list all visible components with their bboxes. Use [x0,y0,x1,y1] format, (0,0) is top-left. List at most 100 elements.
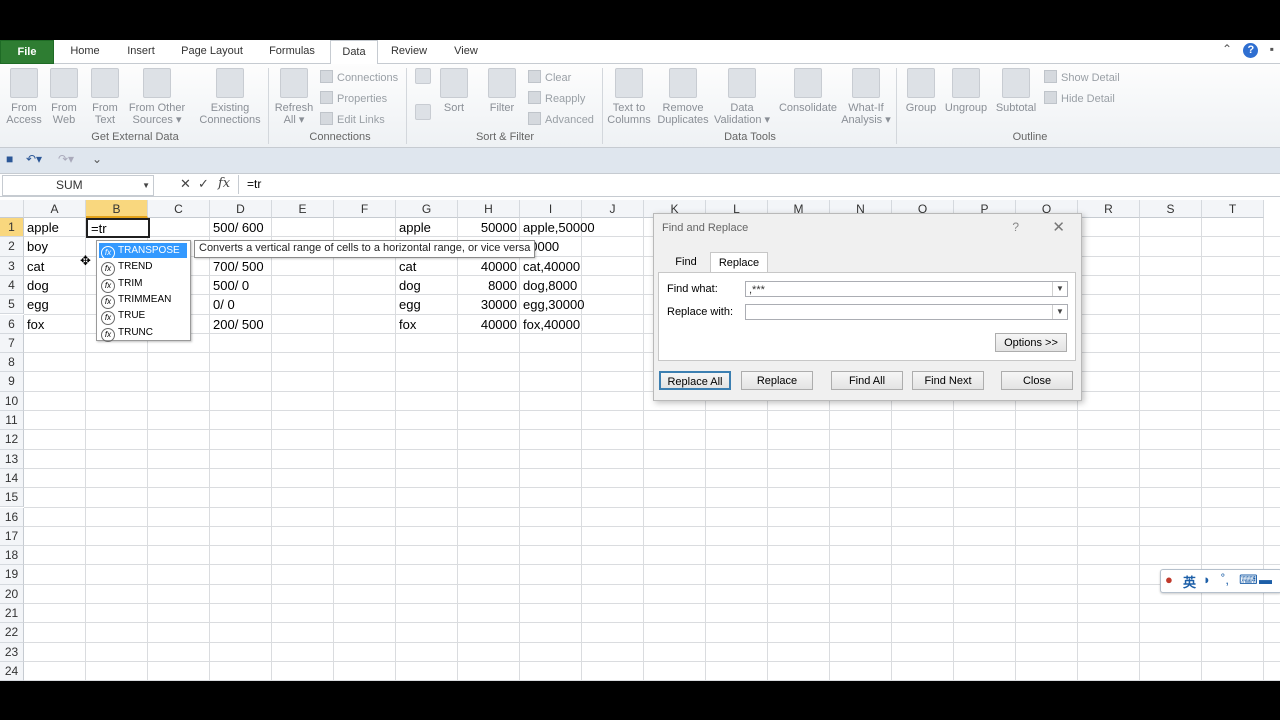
row-header-5[interactable]: 5 [0,295,24,315]
enter-check-icon[interactable]: ✓ [198,176,209,192]
column-header-a[interactable]: A [24,200,86,218]
close-icon[interactable]: ✕ [1052,218,1065,236]
edit-links-button[interactable]: Edit Links [320,112,385,126]
column-header-t[interactable]: T [1202,200,1264,218]
row-header-4[interactable]: 4 [0,275,24,296]
replace-with-input[interactable]: ▼ [745,304,1068,320]
cell-g6[interactable]: fox [396,315,458,334]
row-header-23[interactable]: 23 [0,642,24,662]
row-header-2[interactable]: 2 [0,237,24,257]
tab-page-layout[interactable]: Page Layout [174,40,250,62]
cell-h6[interactable]: 40000 [458,315,520,334]
row-header-22[interactable]: 22 [0,623,24,643]
cell-a1[interactable]: apple [24,218,86,237]
existing-connections-button[interactable]: Existing Connections [196,68,264,126]
autocomplete-item-trimmean[interactable]: fx TRIMMEAN [99,292,187,309]
row-header-8[interactable]: 8 [0,353,24,373]
row-header-12[interactable]: 12 [0,430,24,450]
properties-button[interactable]: Properties [320,91,387,105]
column-header-g[interactable]: G [396,200,458,218]
cell-i1[interactable]: apple,50000 [520,218,595,237]
tab-find[interactable]: Find [662,252,710,272]
cell-i4[interactable]: dog,8000 [520,276,582,295]
clear-button[interactable]: Clear [528,70,571,84]
from-web-button[interactable]: From Web [47,68,81,126]
column-header-h[interactable]: H [458,200,520,218]
remove-duplicates-button[interactable]: Remove Duplicates [656,68,710,126]
save-icon[interactable]: ■ [6,152,13,166]
cell-a5[interactable]: egg [24,295,86,314]
cancel-icon[interactable]: ✕ [180,176,191,192]
row-header-21[interactable]: 21 [0,604,24,624]
column-header-s[interactable]: S [1140,200,1202,218]
cell-i6[interactable]: fox,40000 [520,315,582,334]
half-width-icon[interactable]: ◗ [1203,572,1211,587]
hide-detail-button[interactable]: Hide Detail [1044,91,1115,105]
tab-replace[interactable]: Replace [710,252,768,274]
options-button[interactable]: Options >> [995,333,1067,352]
tab-home[interactable]: Home [62,40,108,62]
row-header-11[interactable]: 11 [0,411,24,431]
autocomplete-item-trend[interactable]: fx TREND [99,259,187,277]
column-header-b[interactable]: B [86,200,148,218]
refresh-all-button[interactable]: Refresh All ▾ [272,68,316,126]
tab-formulas[interactable]: Formulas [260,40,324,62]
from-access-button[interactable]: From Access [6,68,42,126]
row-header-7[interactable]: 7 [0,333,24,354]
autocomplete-item-true[interactable]: fx TRUE [99,308,187,326]
chevron-down-icon[interactable]: ▼ [1052,282,1067,296]
close-button[interactable]: Close [1001,371,1073,390]
cell-d5[interactable]: 0/ 0 [210,295,272,314]
active-cell-text[interactable]: =tr [88,219,110,238]
select-all-corner[interactable] [0,200,24,218]
row-header-17[interactable]: 17 [0,526,24,547]
cell-d3[interactable]: 700/ 500 [210,257,272,276]
tab-data[interactable]: Data [330,40,378,65]
ungroup-button[interactable]: Ungroup [942,68,990,114]
autocomplete-item-trim[interactable]: fx TRIM [99,276,187,293]
cell-d6[interactable]: 200/ 500 [210,315,272,334]
show-detail-button[interactable]: Show Detail [1044,70,1120,84]
punctuation-icon[interactable]: ˚, [1221,572,1229,587]
sort-za-button[interactable] [412,104,434,124]
row-header-14[interactable]: 14 [0,468,24,489]
find-next-button[interactable]: Find Next [912,371,984,390]
cell-h3[interactable]: 40000 [458,257,520,276]
sort-az-button[interactable] [412,68,434,88]
row-header-3[interactable]: 3 [0,256,24,276]
cell-h1[interactable]: 50000 [458,218,520,237]
chevron-down-icon[interactable]: ▼ [142,176,150,195]
column-header-r[interactable]: R [1078,200,1140,218]
advanced-button[interactable]: Advanced [528,112,594,126]
subtotal-button[interactable]: Subtotal [992,68,1040,114]
cell-d1[interactable]: 500/ 600 [210,218,272,237]
sort-button[interactable]: Sort [438,68,470,114]
customize-toolbar-icon[interactable]: ⌄ [92,152,102,166]
column-header-f[interactable]: F [334,200,396,218]
column-header-c[interactable]: C [148,200,210,218]
cell-a2[interactable]: boy [24,237,86,256]
row-header-18[interactable]: 18 [0,546,24,566]
row-header-16[interactable]: 16 [0,507,24,527]
ime-toolbar[interactable]: ● 英 ◗ ˚, ⌨ ▬ [1160,569,1280,593]
tab-view[interactable]: View [444,40,488,62]
row-header-24[interactable]: 24 [0,661,24,681]
minimize-ribbon-icon[interactable]: ⌃ [1222,42,1232,56]
group-button[interactable]: Group [902,68,940,114]
cell-a3[interactable]: cat [24,257,86,276]
cell-i3[interactable]: cat,40000 [520,257,582,276]
ime-language[interactable]: 英 [1183,572,1196,591]
cell-d4[interactable]: 500/ 0 [210,276,272,295]
row-header-19[interactable]: 19 [0,565,24,585]
cell-g1[interactable]: apple [396,218,458,237]
row-header-10[interactable]: 10 [0,391,24,411]
text-to-columns-button[interactable]: Text to Columns [606,68,652,126]
column-header-i[interactable]: I [520,200,582,218]
ime-settings-icon[interactable]: ▬ [1259,572,1272,587]
cell-h4[interactable]: 8000 [458,276,520,295]
replace-button[interactable]: Replace [741,371,813,390]
tab-insert[interactable]: Insert [118,40,164,62]
filter-button[interactable]: Filter [484,68,520,114]
cell-h5[interactable]: 30000 [458,295,520,314]
undo-icon[interactable]: ↶▾ [26,152,42,166]
